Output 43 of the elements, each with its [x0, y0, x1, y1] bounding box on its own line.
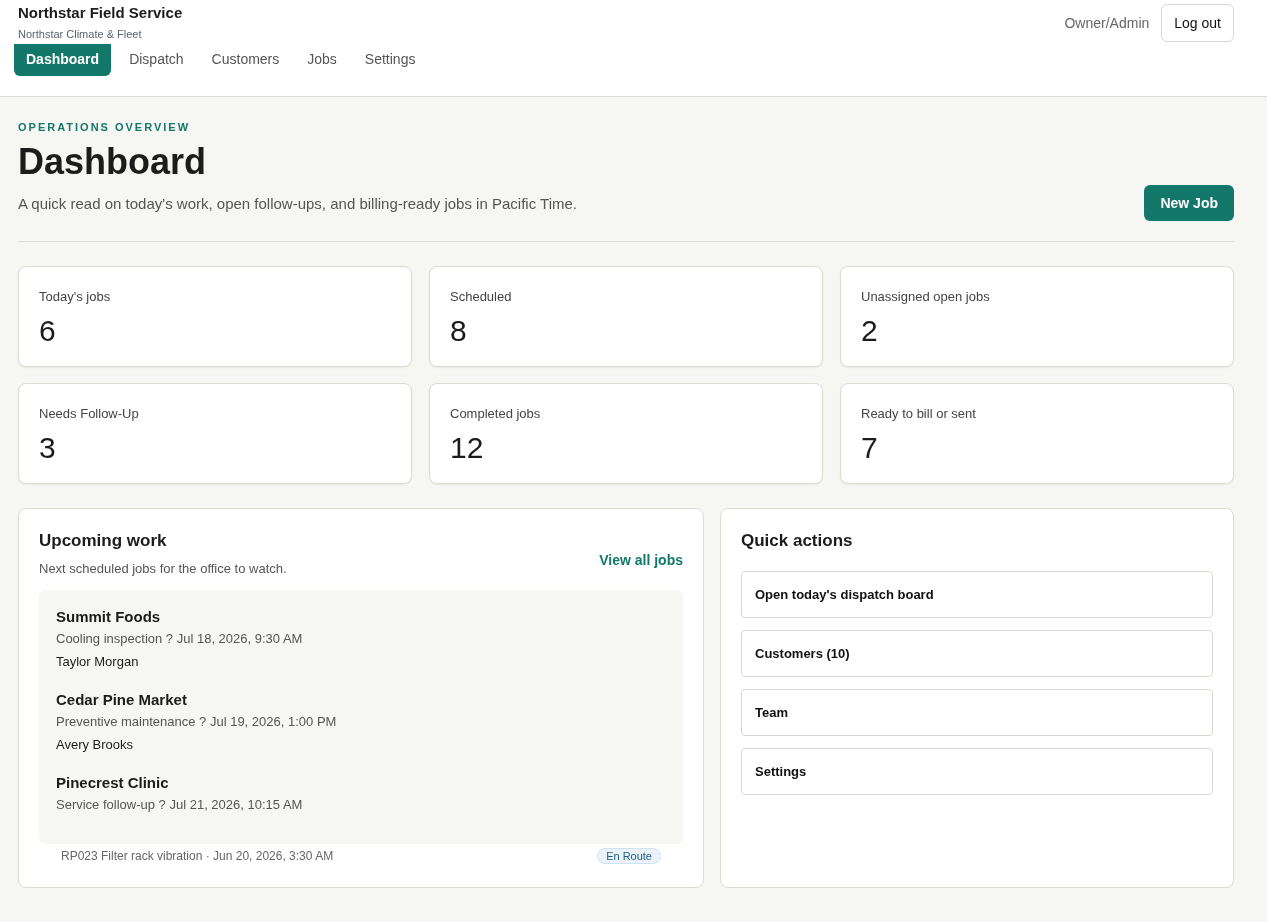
stat-label: Completed jobs [450, 406, 542, 421]
panel-title: Upcoming work [39, 531, 168, 551]
job-technician: Taylor Morgan [56, 654, 140, 669]
logout-button[interactable]: Log out [1161, 4, 1234, 42]
panel-subtitle: Next scheduled jobs for the office to watch. [39, 561, 287, 576]
stat-label: Needs Follow-Up [39, 406, 140, 421]
stat-label: Scheduled [450, 289, 513, 304]
stat-label: Ready to bill or sent [861, 406, 977, 421]
job-detail: Cooling inspection ? Jul 18, 2026, 9:30 AM [56, 631, 304, 646]
stat-label: Unassigned open jobs [861, 289, 991, 304]
quick-action-button[interactable]: Open today's dispatch board [741, 571, 1213, 618]
new-job-button[interactable]: New Job [1144, 185, 1234, 221]
stat-label: Today's jobs [39, 289, 112, 304]
nav-tab[interactable]: Dispatch [117, 44, 196, 76]
view-all-jobs-link[interactable]: View all jobs [599, 552, 683, 568]
nav-tab[interactable]: Settings [352, 44, 428, 76]
page-title: Dashboard [18, 141, 208, 183]
nav-tab[interactable]: Dashboard [14, 44, 112, 76]
section-eyebrow: OPERATIONS OVERVIEW [18, 121, 192, 133]
panel-title: Quick actions [741, 531, 854, 551]
quick-action-button[interactable]: Customers (10) [741, 630, 1213, 677]
job-customer: Cedar Pine Market [56, 691, 188, 708]
stat-value: 6 [39, 314, 57, 348]
job-detail: Service follow-up ? Jul 21, 2026, 10:15 AM [56, 797, 304, 812]
stat-value: 7 [861, 431, 879, 465]
stat-value: 12 [450, 431, 485, 465]
stat-value: 3 [39, 431, 57, 465]
quick-action-button[interactable]: Team [741, 689, 1213, 736]
stat-value: 8 [450, 314, 468, 348]
user-role: Owner/Admin [1064, 15, 1150, 31]
nav-tab[interactable]: Customers [199, 44, 292, 76]
company-name: Northstar Climate & Fleet [18, 28, 143, 40]
nav-tab[interactable]: Jobs [295, 44, 349, 76]
page-description: A quick read on today's work, open follow-ups, and billing-ready jobs in Pacific Time. [18, 194, 577, 212]
status-badge: En Route [597, 848, 661, 864]
app-title: Northstar Field Service [18, 4, 183, 21]
job-customer: Summit Foods [56, 608, 162, 625]
job-summary: RP023 Filter rack vibration · Jun 20, 2026, 3:30 AM [61, 849, 334, 863]
job-customer: Pinecrest Clinic [56, 774, 170, 791]
job-technician: Avery Brooks [56, 737, 135, 752]
job-detail: Preventive maintenance ? Jul 19, 2026, 1:00 PM [56, 714, 338, 729]
quick-action-button[interactable]: Settings [741, 748, 1213, 795]
stat-value: 2 [861, 314, 879, 348]
